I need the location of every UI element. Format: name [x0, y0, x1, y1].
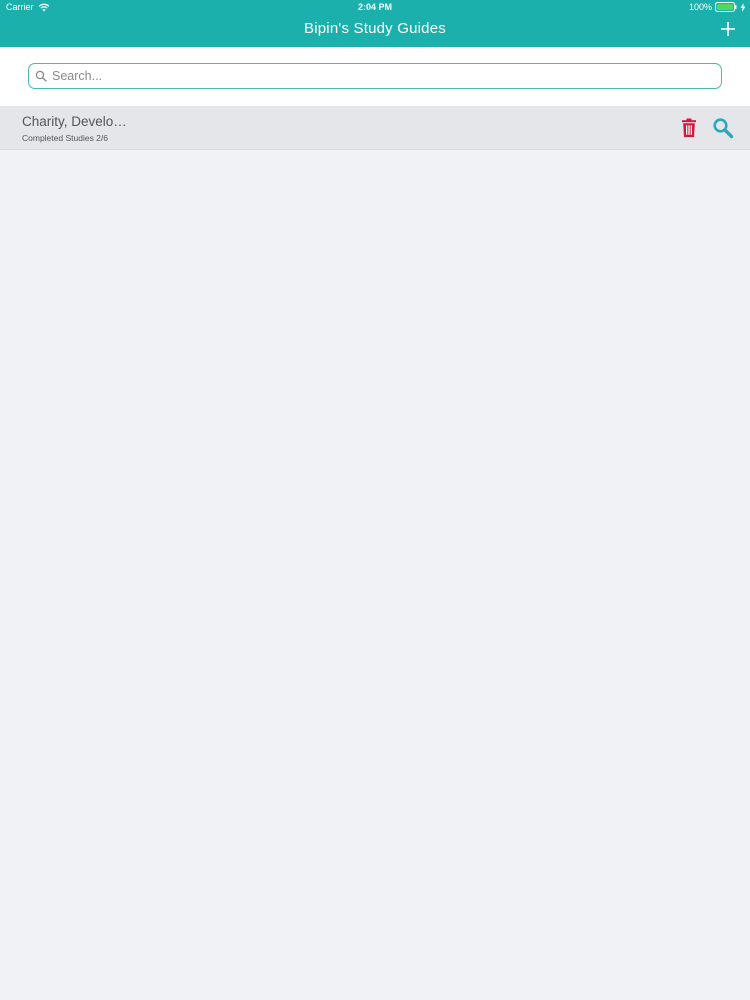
battery-percent: 100% [688, 2, 712, 12]
trash-icon [682, 118, 696, 137]
list-item[interactable]: Charity, Develo… Completed Studies 2/6 [0, 106, 750, 150]
search-icon [35, 70, 47, 82]
battery-icon [715, 2, 737, 12]
view-guide-button[interactable] [712, 117, 734, 139]
status-bar: Carrier 2:04 PM 100% [0, 0, 750, 14]
search-input[interactable] [52, 65, 672, 87]
guide-progress: Completed Studies 2/6 [22, 133, 108, 143]
battery-indicator: 100% [689, 2, 746, 12]
status-time: 2:04 PM [357, 2, 392, 12]
delete-button[interactable] [680, 118, 698, 138]
study-guide-list: Charity, Develo… Completed Studies 2/6 [0, 106, 750, 150]
app-header: Carrier 2:04 PM 100% Bipin's Study Guide… [0, 0, 750, 47]
magnifier-icon [713, 118, 734, 139]
search-bar[interactable] [28, 63, 722, 89]
page-title: Bipin's Study Guides [304, 20, 446, 37]
search-area [0, 47, 750, 106]
plus-icon [721, 22, 735, 36]
charging-bolt-icon [740, 2, 746, 12]
guide-title: Charity, Develo… [22, 114, 127, 129]
add-guide-button[interactable] [718, 19, 738, 39]
